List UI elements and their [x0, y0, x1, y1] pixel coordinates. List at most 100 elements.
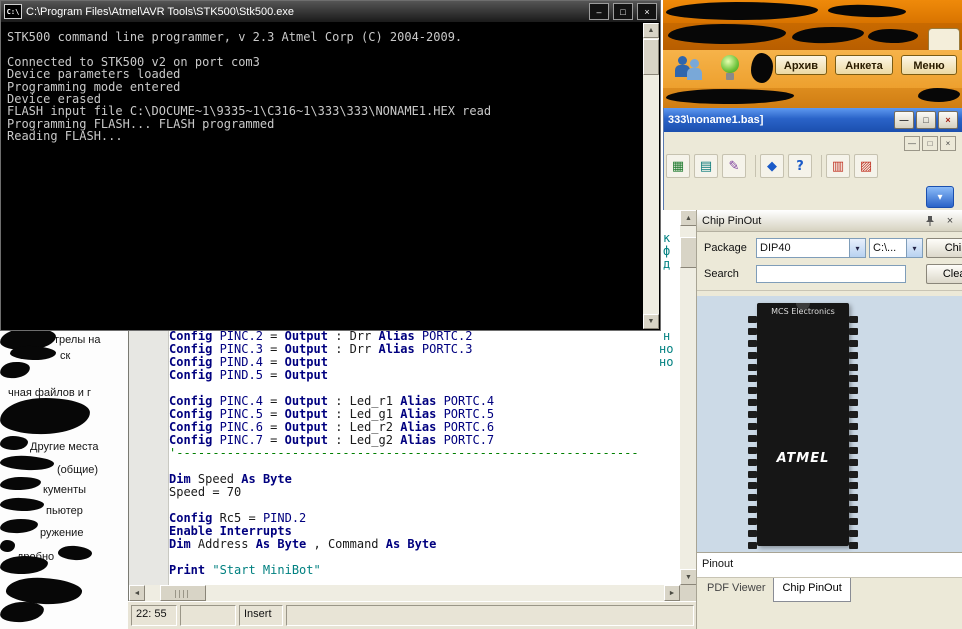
code-line: Dim Address As Byte , Command As Byte — [169, 538, 639, 551]
chip-pin — [849, 375, 858, 382]
hscroll-thumb[interactable] — [160, 585, 206, 601]
bascom-title: 333\noname1.bas] — [668, 114, 892, 126]
chip-pin — [748, 411, 757, 418]
chip-pin — [849, 411, 858, 418]
browser-button-архив[interactable]: Архив — [775, 55, 827, 75]
restore-button[interactable]: □ — [916, 111, 936, 129]
scroll-up-icon[interactable]: ▲ — [680, 210, 697, 226]
pin-wizard-icon[interactable]: ✎ — [722, 154, 746, 178]
console-title-bar[interactable]: C:\ C:\Program Files\Atmel\AVR Tools\STK… — [1, 1, 660, 22]
help-icon[interactable]: ? — [788, 154, 812, 178]
scroll-right-icon[interactable]: ► — [664, 585, 680, 601]
toolbar-separator — [750, 155, 756, 177]
console-line — [7, 43, 642, 55]
scrollbar-corner — [680, 585, 697, 601]
chip-pin — [849, 447, 858, 454]
scroll-down-icon[interactable]: ▼ — [680, 569, 697, 585]
lcd-icon[interactable]: ▤ — [694, 154, 718, 178]
close-button[interactable]: × — [938, 111, 958, 129]
chip-pin — [748, 399, 757, 406]
code-line: Config PIND.5 = Output — [169, 369, 639, 382]
console-line: Device parameters loaded — [7, 68, 642, 80]
pushpin-icon[interactable] — [923, 214, 937, 228]
chip-pin — [748, 435, 757, 442]
chip-icon[interactable]: ▦ — [666, 154, 690, 178]
minimize-button[interactable]: — — [894, 111, 914, 129]
chip-pin — [849, 340, 858, 347]
chip-pins-left — [748, 316, 757, 549]
chevron-down-icon[interactable]: ▾ — [849, 239, 865, 257]
chip-pin — [849, 364, 858, 371]
console-scroll-thumb[interactable] — [643, 39, 659, 75]
package-select[interactable]: DIP40 ▾ — [756, 238, 866, 258]
chip-pin — [849, 506, 858, 513]
editor-hscrollbar[interactable]: ◄ ► — [129, 585, 680, 601]
clear-button[interactable]: Clear — [926, 264, 962, 284]
mdi-minimize-button[interactable]: — — [904, 136, 920, 151]
panel-tabs: PDF ViewerChip PinOut — [697, 577, 962, 602]
console-minimize-button[interactable]: – — [589, 3, 609, 20]
console-maximize-button[interactable]: □ — [613, 3, 633, 20]
path-value: C:\... — [870, 242, 906, 254]
panel-close-icon[interactable]: × — [943, 214, 957, 228]
console-scrollbar[interactable]: ▲ ▼ — [643, 23, 659, 329]
pinout-label: Pinout — [702, 558, 733, 570]
chip-pin — [748, 482, 757, 489]
bascom-title-bar[interactable]: 333\noname1.bas] — □ × — [664, 108, 962, 132]
console-line: Programming mode entered — [7, 81, 642, 93]
panel-divider — [697, 290, 962, 291]
bulb-icon[interactable] — [719, 54, 743, 84]
panel-title: Chip PinOut — [702, 215, 917, 227]
chip-pin — [748, 375, 757, 382]
toolbar-overflow-button[interactable]: ▾ — [926, 186, 954, 208]
console-line: Reading FLASH... — [7, 130, 642, 142]
package-value: DIP40 — [757, 242, 849, 254]
compile-icon[interactable]: ◆ — [760, 154, 784, 178]
console-close-button[interactable]: × — [637, 3, 657, 20]
browser-tabs-band — [663, 23, 962, 50]
chevron-down-icon[interactable]: ▾ — [906, 239, 922, 257]
package-label: Package — [704, 242, 747, 254]
browser-button-анкета[interactable]: Анкета — [835, 55, 893, 75]
tab-pdf-viewer[interactable]: PDF Viewer — [699, 578, 773, 602]
chip-pin — [748, 530, 757, 537]
chip-pin — [849, 482, 858, 489]
browser-toolbar-band: Архив Анкета Меню — [663, 50, 962, 88]
cmd-icon: C:\ — [4, 4, 22, 19]
screen: трелы наскчная файлов и гДругие места(об… — [0, 0, 962, 629]
toolbar-separator — [816, 155, 822, 177]
chip-pin — [849, 423, 858, 430]
chip-pin — [748, 542, 757, 549]
chip-pin — [748, 387, 757, 394]
console-title: C:\Program Files\Atmel\AVR Tools\STK500\… — [26, 6, 585, 18]
browser-button-меню[interactable]: Меню — [901, 55, 957, 75]
vscroll-thumb[interactable] — [680, 237, 697, 268]
pdf-print-icon[interactable]: ▨ — [854, 154, 878, 178]
chip-pin — [748, 459, 757, 466]
mdi-close-button[interactable]: × — [940, 136, 956, 151]
console-window: C:\ C:\Program Files\Atmel\AVR Tools\STK… — [0, 0, 661, 331]
people-icon[interactable] — [674, 54, 704, 84]
scroll-left-icon[interactable]: ◄ — [129, 585, 145, 601]
pinout-band: Pinout — [697, 552, 962, 577]
scroll-down-icon[interactable]: ▼ — [643, 314, 659, 329]
browser-tab[interactable] — [928, 28, 960, 51]
chip-pins-right — [849, 316, 858, 549]
editor-vscrollbar[interactable]: ▲ ▼ — [680, 210, 697, 585]
scroll-up-icon[interactable]: ▲ — [643, 23, 659, 38]
path-select[interactable]: C:\... ▾ — [869, 238, 923, 258]
chip-pin — [748, 518, 757, 525]
pdf-view-icon[interactable]: ▥ — [826, 154, 850, 178]
mdi-restore-button[interactable]: □ — [922, 136, 938, 151]
browser-lower-band — [663, 88, 962, 108]
chip-pinout-panel: Chip PinOut × Package DIP40 ▾ C:\... ▾ C… — [696, 210, 962, 629]
chip-pin — [849, 328, 858, 335]
search-input[interactable] — [756, 265, 906, 283]
chip-pin — [748, 340, 757, 347]
code-lines: Config PINC.2 = Output : Drr Alias PORTC… — [169, 330, 639, 577]
tab-chip-pinout[interactable]: Chip PinOut — [773, 578, 850, 602]
desktop-panel — [0, 331, 128, 629]
chip-button[interactable]: Chip — [926, 238, 962, 258]
status-cell: Insert — [239, 605, 283, 626]
console-line: FLASH input file C:\DOCUME~1\9335~1\C316… — [7, 105, 642, 117]
